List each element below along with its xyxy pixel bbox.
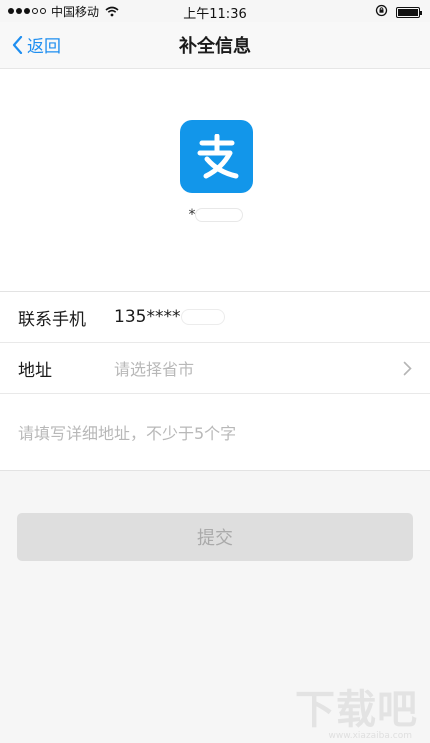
wifi-icon — [105, 6, 119, 17]
address-label: 地址 — [18, 360, 52, 381]
detail-address-input[interactable]: 请填写详细地址，不少于5个字 — [0, 394, 430, 470]
phone-value: 135**** — [114, 307, 225, 327]
page-title: 补全信息 — [179, 36, 251, 57]
back-button[interactable]: 返回 — [12, 32, 61, 57]
phone-label: 联系手机 — [18, 309, 86, 330]
alipay-logo-icon — [180, 120, 253, 193]
watermark-logo: 下载吧 — [295, 687, 418, 733]
redaction-mark — [195, 209, 242, 221]
orientation-lock-icon — [375, 4, 388, 20]
signal-strength-icon — [8, 8, 46, 14]
account-name-text: * — [188, 207, 196, 223]
phone-number: 135**** — [114, 307, 181, 327]
chevron-right-icon — [403, 361, 412, 380]
address-picker[interactable]: 请选择省市 — [114, 356, 194, 380]
navigation-bar: 返回 补全信息 — [0, 22, 430, 69]
detail-address-placeholder: 请填写详细地址，不少于5个字 — [18, 424, 237, 443]
address-row[interactable]: 地址 请选择省市 — [0, 343, 430, 394]
back-button-label: 返回 — [27, 37, 61, 57]
battery-icon — [396, 6, 422, 18]
watermark-url: www.xiazaiba.com — [328, 731, 412, 741]
carrier-name: 中国移动 — [51, 4, 100, 19]
submit-button[interactable]: 提交 — [17, 513, 413, 561]
chevron-left-icon — [12, 35, 23, 54]
status-bar: 中国移动 上午11:36 — [0, 0, 430, 22]
phone-row: 联系手机 135**** — [0, 292, 430, 343]
info-form: 联系手机 135**** 地址 请选择省市 请填写详细地址，不少于5个字 — [0, 291, 430, 471]
redaction-mark — [182, 310, 225, 324]
account-name: * — [0, 207, 430, 223]
